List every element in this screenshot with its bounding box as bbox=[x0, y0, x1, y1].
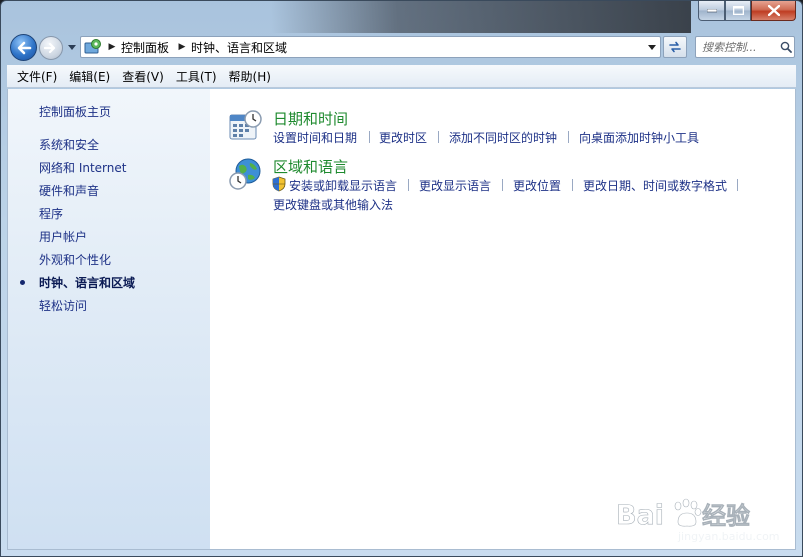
content-area: 控制面板主页 系统和安全 网络和 Internet 硬件和声音 程序 用户帐户 … bbox=[7, 89, 796, 550]
task-separator bbox=[568, 131, 569, 143]
task-change-timezone[interactable]: 更改时区 bbox=[379, 129, 427, 146]
minimize-icon bbox=[706, 8, 717, 12]
uac-shield-icon bbox=[272, 176, 286, 192]
task-separator bbox=[438, 131, 439, 143]
sidebar-item-hardware-sound[interactable]: 硬件和声音 bbox=[39, 182, 99, 199]
active-bullet-icon bbox=[20, 280, 25, 285]
task-change-keyboard-input[interactable]: 更改键盘或其他输入法 bbox=[273, 196, 393, 213]
calendar-clock-icon[interactable] bbox=[228, 109, 262, 143]
baidu-jingyan-watermark: Bai 经验 jingyan.baidu.com bbox=[612, 494, 802, 552]
menu-file[interactable]: 文件(F) bbox=[11, 68, 63, 85]
caption-buttons bbox=[698, 1, 796, 21]
back-button[interactable] bbox=[10, 34, 37, 61]
chevron-down-icon bbox=[647, 44, 656, 50]
sidebar-item-home[interactable]: 控制面板主页 bbox=[39, 103, 111, 120]
category-title-region-language[interactable]: 区域和语言 bbox=[273, 156, 348, 177]
task-add-clock-gadget[interactable]: 向桌面添加时钟小工具 bbox=[579, 129, 699, 146]
refresh-icon bbox=[669, 41, 681, 53]
sidebar-item-ease-of-access[interactable]: 轻松访问 bbox=[39, 297, 87, 314]
globe-clock-icon[interactable] bbox=[228, 157, 262, 191]
menu-tools[interactable]: 工具(T) bbox=[170, 68, 223, 85]
address-dropdown-button[interactable] bbox=[642, 37, 660, 57]
task-separator bbox=[572, 179, 573, 191]
task-separator bbox=[502, 179, 503, 191]
sidebar-item-appearance[interactable]: 外观和个性化 bbox=[39, 251, 111, 268]
task-separator bbox=[737, 179, 738, 191]
sidebar-item-system-security[interactable]: 系统和安全 bbox=[39, 136, 99, 153]
menu-help[interactable]: 帮助(H) bbox=[223, 68, 277, 85]
control-panel-window: ▶ 控制面板 ▶ 时钟、语言和区域 文件(F) 编辑(E) 查看(V) 工具(T… bbox=[0, 0, 803, 557]
sidebar-item-programs[interactable]: 程序 bbox=[39, 205, 63, 222]
task-set-time-date[interactable]: 设置时间和日期 bbox=[273, 129, 357, 146]
breadcrumb-control-panel[interactable]: 控制面板 bbox=[119, 39, 175, 56]
close-icon bbox=[767, 5, 780, 16]
sidebar: 控制面板主页 系统和安全 网络和 Internet 硬件和声音 程序 用户帐户 … bbox=[8, 89, 210, 549]
menu-view[interactable]: 查看(V) bbox=[116, 68, 170, 85]
refresh-button[interactable] bbox=[663, 36, 687, 58]
maximize-button[interactable] bbox=[725, 1, 751, 21]
maximize-icon bbox=[732, 6, 744, 15]
chevron-down-icon bbox=[68, 44, 76, 50]
task-separator bbox=[369, 131, 370, 143]
close-button[interactable] bbox=[751, 1, 796, 21]
task-change-display-language[interactable]: 更改显示语言 bbox=[419, 177, 491, 194]
baidu-paw-logo: Bai 经验 bbox=[616, 498, 750, 531]
control-panel-icon bbox=[81, 39, 105, 55]
back-arrow-icon bbox=[17, 41, 31, 54]
task-separator bbox=[408, 179, 409, 191]
svg-text:Bai: Bai bbox=[616, 500, 664, 531]
task-change-date-time-format[interactable]: 更改日期、时间或数字格式 bbox=[583, 177, 727, 194]
sidebar-item-user-accounts[interactable]: 用户帐户 bbox=[39, 228, 87, 245]
recent-pages-button[interactable] bbox=[67, 42, 77, 52]
forward-button[interactable] bbox=[39, 36, 63, 60]
address-bar[interactable]: ▶ 控制面板 ▶ 时钟、语言和区域 bbox=[80, 36, 661, 58]
background-terminal-strip bbox=[271, 1, 691, 33]
forward-arrow-icon bbox=[44, 42, 56, 54]
breadcrumb-separator-icon[interactable]: ▶ bbox=[105, 42, 119, 52]
category-title-date-time[interactable]: 日期和时间 bbox=[273, 108, 348, 129]
menu-edit[interactable]: 编辑(E) bbox=[63, 68, 116, 85]
breadcrumb-clock-language-region[interactable]: 时钟、语言和区域 bbox=[189, 39, 293, 56]
sidebar-item-network-internet[interactable]: 网络和 Internet bbox=[39, 159, 126, 176]
search-input[interactable] bbox=[702, 38, 778, 56]
task-install-display-language[interactable]: 安装或卸载显示语言 bbox=[289, 177, 397, 194]
minimize-button[interactable] bbox=[698, 1, 725, 21]
breadcrumb-separator-icon[interactable]: ▶ bbox=[175, 42, 189, 52]
watermark-url: jingyan.baidu.com bbox=[678, 530, 780, 543]
sidebar-item-clock-language-region[interactable]: 时钟、语言和区域 bbox=[39, 274, 135, 291]
task-change-location[interactable]: 更改位置 bbox=[513, 177, 561, 194]
search-box[interactable] bbox=[695, 36, 795, 58]
search-icon[interactable] bbox=[778, 41, 794, 53]
svg-text:经验: 经验 bbox=[702, 502, 750, 530]
menu-bar: 文件(F) 编辑(E) 查看(V) 工具(T) 帮助(H) bbox=[7, 65, 796, 88]
main-panel: 日期和时间 设置时间和日期 更改时区 添加不同时区的时钟 向桌面添加时钟小工具 … bbox=[210, 89, 795, 549]
task-add-clocks[interactable]: 添加不同时区的时钟 bbox=[449, 129, 557, 146]
